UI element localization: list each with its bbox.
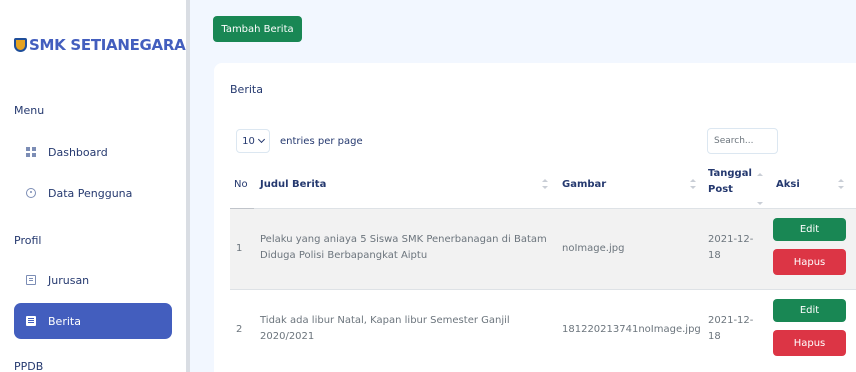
sidebar-item-berita[interactable]: Berita: [14, 303, 172, 339]
edit-button[interactable]: Edit: [773, 299, 846, 322]
sidebar-divider: [186, 0, 190, 372]
brand-name: SMK SETIANEGARA: [29, 36, 186, 54]
list-icon: [26, 275, 36, 285]
sidebar-item-label: Dashboard: [48, 145, 108, 159]
entries-select[interactable]: 10: [236, 129, 270, 153]
chevron-down-icon: [257, 135, 265, 144]
column-header-no[interactable]: No: [234, 179, 248, 190]
add-berita-button[interactable]: Tambah Berita: [213, 16, 302, 42]
card-title: Berita: [230, 83, 263, 96]
sidebar-item-data-pengguna[interactable]: Data Pengguna: [14, 175, 172, 211]
user-circle-icon: [26, 188, 36, 198]
column-header-gambar[interactable]: Gambar: [562, 179, 606, 190]
newspaper-icon: [26, 316, 36, 326]
sidebar-item-label: Berita: [48, 314, 81, 328]
column-header-judul[interactable]: Judul Berita: [260, 179, 326, 190]
entries-per-page: 10 entries per page: [236, 129, 363, 153]
sidebar-item-dashboard[interactable]: Dashboard: [14, 134, 172, 170]
row-tanggal: 2021-12-18: [708, 315, 754, 342]
row-judul: Pelaku yang aniaya 5 Siswa SMK Penerbana…: [260, 234, 547, 261]
brand-logo[interactable]: SMK SETIANEGARA: [14, 36, 186, 54]
delete-button[interactable]: Hapus: [773, 249, 846, 275]
sort-icon[interactable]: [838, 179, 844, 189]
row-gambar: 181220213741noImage.jpg: [562, 324, 701, 335]
delete-button[interactable]: Hapus: [773, 330, 846, 356]
table-row: 1 Pelaku yang aniaya 5 Siswa SMK Penerba…: [230, 209, 856, 289]
column-header-tanggal[interactable]: Tanggal Post: [708, 166, 752, 198]
edit-button[interactable]: Edit: [773, 218, 846, 241]
berita-card: Berita 10 entries per page No Judul Beri…: [214, 63, 856, 372]
row-number: 1: [236, 243, 243, 254]
entries-label: entries per page: [280, 135, 363, 147]
sidebar-item-jurusan[interactable]: Jurusan: [14, 262, 172, 298]
sidebar: SMK SETIANEGARA Menu Dashboard Data Peng…: [0, 0, 186, 372]
table-row: 2 Tidak ada libur Natal, Kapan libur Sem…: [230, 289, 856, 369]
row-gambar: noImage.jpg: [562, 243, 625, 254]
sidebar-item-label: Data Pengguna: [48, 186, 133, 200]
sort-icon[interactable]: [690, 179, 696, 189]
search-input[interactable]: [707, 128, 778, 154]
sidebar-section-ppdb: PPDB: [14, 360, 44, 372]
entries-value: 10: [242, 135, 255, 147]
sidebar-item-label: Jurusan: [48, 273, 90, 287]
row-number: 2: [236, 324, 243, 335]
sort-icon[interactable]: [542, 179, 548, 189]
school-emblem-icon: [14, 38, 27, 52]
column-header-aksi[interactable]: Aksi: [776, 179, 800, 190]
row-tanggal: 2021-12-18: [708, 234, 754, 261]
grid-icon: [26, 147, 36, 157]
sort-icon[interactable]: [757, 173, 763, 205]
sidebar-section-menu: Menu: [14, 104, 45, 117]
sidebar-section-profil: Profil: [14, 234, 42, 247]
row-judul: Tidak ada libur Natal, Kapan libur Semes…: [260, 315, 510, 342]
